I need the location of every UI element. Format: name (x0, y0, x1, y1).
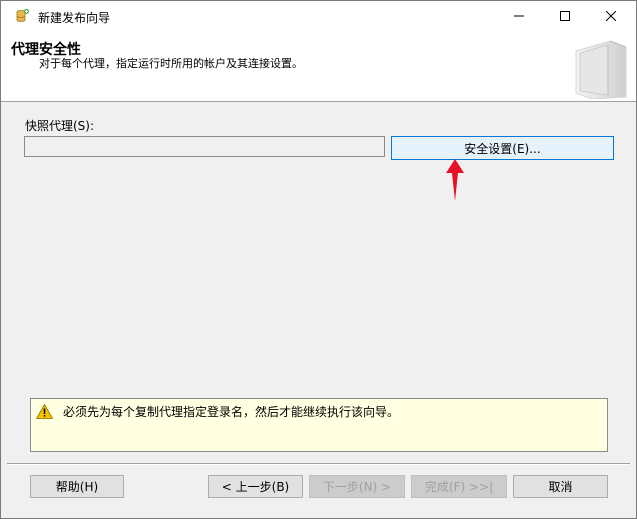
close-button[interactable] (588, 1, 634, 31)
wizard-header: 代理安全性 对于每个代理，指定运行时所用的帐户及其连接设置。 (1, 31, 636, 102)
snapshot-agent-label: 快照代理(S): (25, 119, 95, 133)
message-panel: 必须先为每个复制代理指定登录名，然后才能继续执行该向导。 (30, 398, 608, 452)
wizard-banner-icon (575, 40, 627, 99)
close-icon (606, 11, 616, 21)
maximize-icon (560, 11, 570, 21)
minimize-icon (514, 15, 524, 17)
help-button[interactable]: 帮助(H) (30, 475, 124, 498)
wizard-window: 新建发布向导 代理安全性 对于每个代理，指定运行时所用的帐户及其连接设置。 快照… (0, 0, 637, 519)
next-button[interactable]: 下一步(N) > (309, 475, 405, 498)
title-bar[interactable]: 新建发布向导 (1, 1, 636, 31)
window-title: 新建发布向导 (38, 11, 111, 25)
maximize-button[interactable] (542, 1, 588, 31)
page-subtitle: 对于每个代理，指定运行时所用的帐户及其连接设置。 (39, 57, 303, 70)
security-settings-button[interactable]: 安全设置(E)... (391, 136, 614, 160)
minimize-button[interactable] (496, 1, 542, 31)
red-arrow-annotation (446, 159, 464, 201)
message-text: 必须先为每个复制代理指定登录名，然后才能继续执行该向导。 (63, 405, 400, 419)
footer-divider (7, 463, 630, 465)
wizard-app-icon (16, 9, 29, 22)
finish-button[interactable]: 完成(F) >>| (411, 475, 507, 498)
cancel-button[interactable]: 取消 (513, 475, 608, 498)
snapshot-agent-field[interactable] (24, 136, 385, 157)
warning-icon (36, 404, 53, 419)
back-button[interactable]: < 上一步(B) (208, 475, 303, 498)
